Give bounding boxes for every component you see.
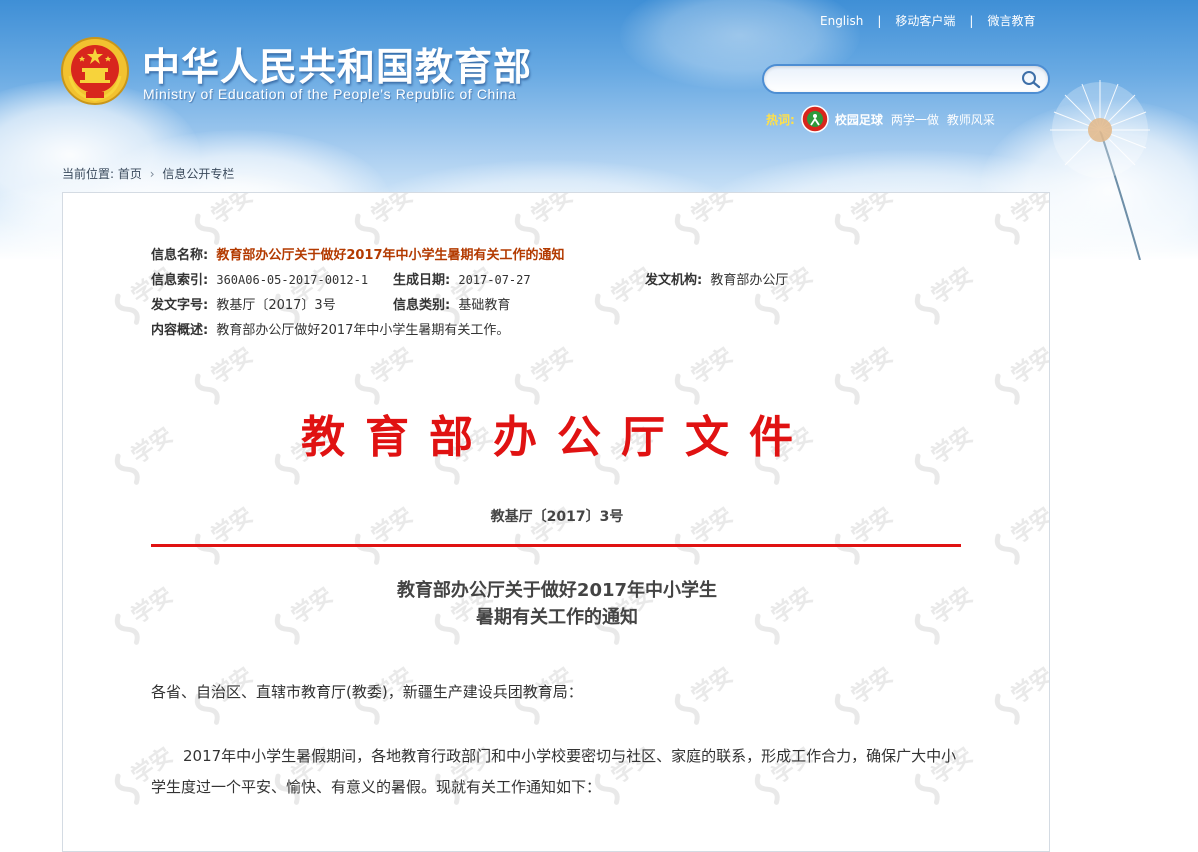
svg-text:学安: 学安 bbox=[367, 342, 418, 389]
svg-text:学安: 学安 bbox=[1007, 342, 1050, 389]
meta-date-value: 2017-07-27 bbox=[458, 273, 531, 287]
svg-text:学安: 学安 bbox=[367, 193, 418, 229]
meta-type-key: 信息类别: bbox=[393, 298, 451, 313]
meta-name-key: 信息名称: bbox=[151, 248, 209, 263]
meta-row-summary: 内容概述: 教育部办公厅做好2017年中小学生暑期有关工作。 bbox=[151, 318, 565, 343]
search-input[interactable] bbox=[776, 69, 1020, 91]
meta-row-docno: 发文字号: 教基厅〔2017〕3号 信息类别: 基础教育 bbox=[151, 293, 565, 318]
document-title: 教育部办公厅关于做好2017年中小学生 暑期有关工作的通知 bbox=[63, 577, 1049, 631]
info-meta: 信息名称: 教育部办公厅关于做好2017年中小学生暑期有关工作的通知 信息索引:… bbox=[151, 243, 788, 343]
svg-text:学安: 学安 bbox=[207, 193, 258, 229]
meta-index-value: 360A06-05-2017-0012-1 bbox=[216, 273, 369, 287]
watermark-mark: 学安 bbox=[194, 193, 258, 245]
document-title-line2: 暑期有关工作的通知 bbox=[476, 607, 638, 628]
document-red-header: 教育部办公厅文件 bbox=[301, 412, 813, 463]
watermark-mark: 学安 bbox=[354, 342, 418, 405]
document-title-line1: 教育部办公厅关于做好2017年中小学生 bbox=[396, 580, 718, 601]
hot-word-campus-football[interactable]: 校园足球 bbox=[835, 111, 883, 128]
watermark-mark: 学安 bbox=[834, 342, 898, 405]
meta-index-key: 信息索引: bbox=[151, 273, 209, 288]
national-emblem-icon bbox=[61, 37, 129, 105]
meta-org-key: 发文机构: bbox=[645, 273, 703, 288]
document-salutation: 各省、自治区、直辖市教育厅(教委)，新疆生产建设兵团教育局： bbox=[151, 683, 583, 701]
document-number: 教基厅〔2017〕3号 bbox=[490, 509, 624, 525]
campus-football-badge-icon bbox=[801, 105, 829, 133]
svg-text:学安: 学安 bbox=[527, 342, 578, 389]
weiyan-education-link[interactable]: 微言教育 bbox=[987, 12, 1035, 29]
site-title: 中华人民共和国教育部 bbox=[142, 45, 533, 89]
svg-text:学安: 学安 bbox=[687, 193, 738, 229]
breadcrumb: 当前位置: 首页 › 信息公开专栏 bbox=[62, 165, 234, 182]
watermark-mark: 学安 bbox=[674, 342, 738, 405]
watermark-mark: 学安 bbox=[514, 193, 578, 245]
meta-name-value: 教育部办公厅关于做好2017年中小学生暑期有关工作的通知 bbox=[216, 248, 565, 263]
meta-summary-key: 内容概述: bbox=[151, 323, 209, 338]
watermark-mark: 学安 bbox=[354, 193, 418, 245]
breadcrumb-current-link[interactable]: 信息公开专栏 bbox=[162, 167, 234, 181]
document-paragraph: 2017年中小学生暑假期间，各地教育行政部门和中小学校要密切与社区、家庭的联系，… bbox=[151, 747, 957, 796]
meta-summary-value: 教育部办公厅做好2017年中小学生暑期有关工作。 bbox=[216, 323, 510, 338]
hot-word-teacher-style[interactable]: 教师风采 bbox=[947, 111, 995, 128]
meta-date-key: 生成日期: bbox=[393, 273, 451, 288]
search-icon[interactable] bbox=[1020, 69, 1042, 89]
watermark-mark: 学安 bbox=[994, 662, 1050, 725]
link-separator: | bbox=[969, 13, 974, 28]
hot-word-two-studies[interactable]: 两学一做 bbox=[891, 111, 939, 128]
svg-text:学安: 学安 bbox=[927, 262, 978, 309]
svg-text:学安: 学安 bbox=[1007, 662, 1050, 709]
watermark-mark: 学安 bbox=[994, 193, 1050, 245]
meta-type-value: 基础教育 bbox=[458, 298, 511, 313]
content-panel: 学安 学安 学安 学安 学安 学安 学安 学安 学安 学安 学安 学安 学安 学安 学安 学安 学安 学安 学安 学安… bbox=[62, 192, 1050, 852]
top-links: English | 移动客户端 | 微言教育 bbox=[820, 12, 1035, 29]
watermark-mark: 学安 bbox=[674, 193, 738, 245]
meta-docno-key: 发文字号: bbox=[151, 298, 209, 313]
meta-docno-value: 教基厅〔2017〕3号 bbox=[216, 298, 336, 313]
meta-row-index: 信息索引: 360A06-05-2017-0012-1 生成日期: 2017-0… bbox=[151, 268, 788, 293]
search-box bbox=[762, 64, 1050, 94]
svg-text:学安: 学安 bbox=[1007, 193, 1050, 229]
svg-text:学安: 学安 bbox=[847, 342, 898, 389]
svg-text:学安: 学安 bbox=[207, 342, 258, 389]
hot-words: 热词: 校园足球 两学一做 教师风采 bbox=[766, 104, 1003, 134]
chevron-right-icon: › bbox=[149, 167, 155, 181]
breadcrumb-label: 当前位置: bbox=[62, 167, 115, 181]
mobile-client-link[interactable]: 移动客户端 bbox=[895, 12, 955, 29]
breadcrumb-home-link[interactable]: 首页 bbox=[118, 167, 142, 181]
meta-row-name: 信息名称: 教育部办公厅关于做好2017年中小学生暑期有关工作的通知 bbox=[151, 243, 565, 268]
svg-text:学安: 学安 bbox=[847, 193, 898, 229]
svg-text:学安: 学安 bbox=[527, 193, 578, 229]
watermark-mark: 学安 bbox=[514, 342, 578, 405]
english-link[interactable]: English bbox=[820, 14, 863, 28]
red-divider bbox=[151, 544, 961, 547]
meta-org-value: 教育部办公厅 bbox=[710, 273, 789, 288]
svg-text:学安: 学安 bbox=[687, 342, 738, 389]
watermark-mark: 学安 bbox=[194, 342, 258, 405]
watermark-mark: 学安 bbox=[914, 262, 978, 325]
hot-words-label: 热词: bbox=[766, 112, 795, 127]
site-subtitle: Ministry of Education of the People's Re… bbox=[143, 86, 517, 102]
link-separator: | bbox=[877, 13, 882, 28]
dandelion-decoration bbox=[1050, 80, 1150, 260]
watermark-mark: 学安 bbox=[834, 193, 898, 245]
watermark-mark: 学安 bbox=[994, 342, 1050, 405]
